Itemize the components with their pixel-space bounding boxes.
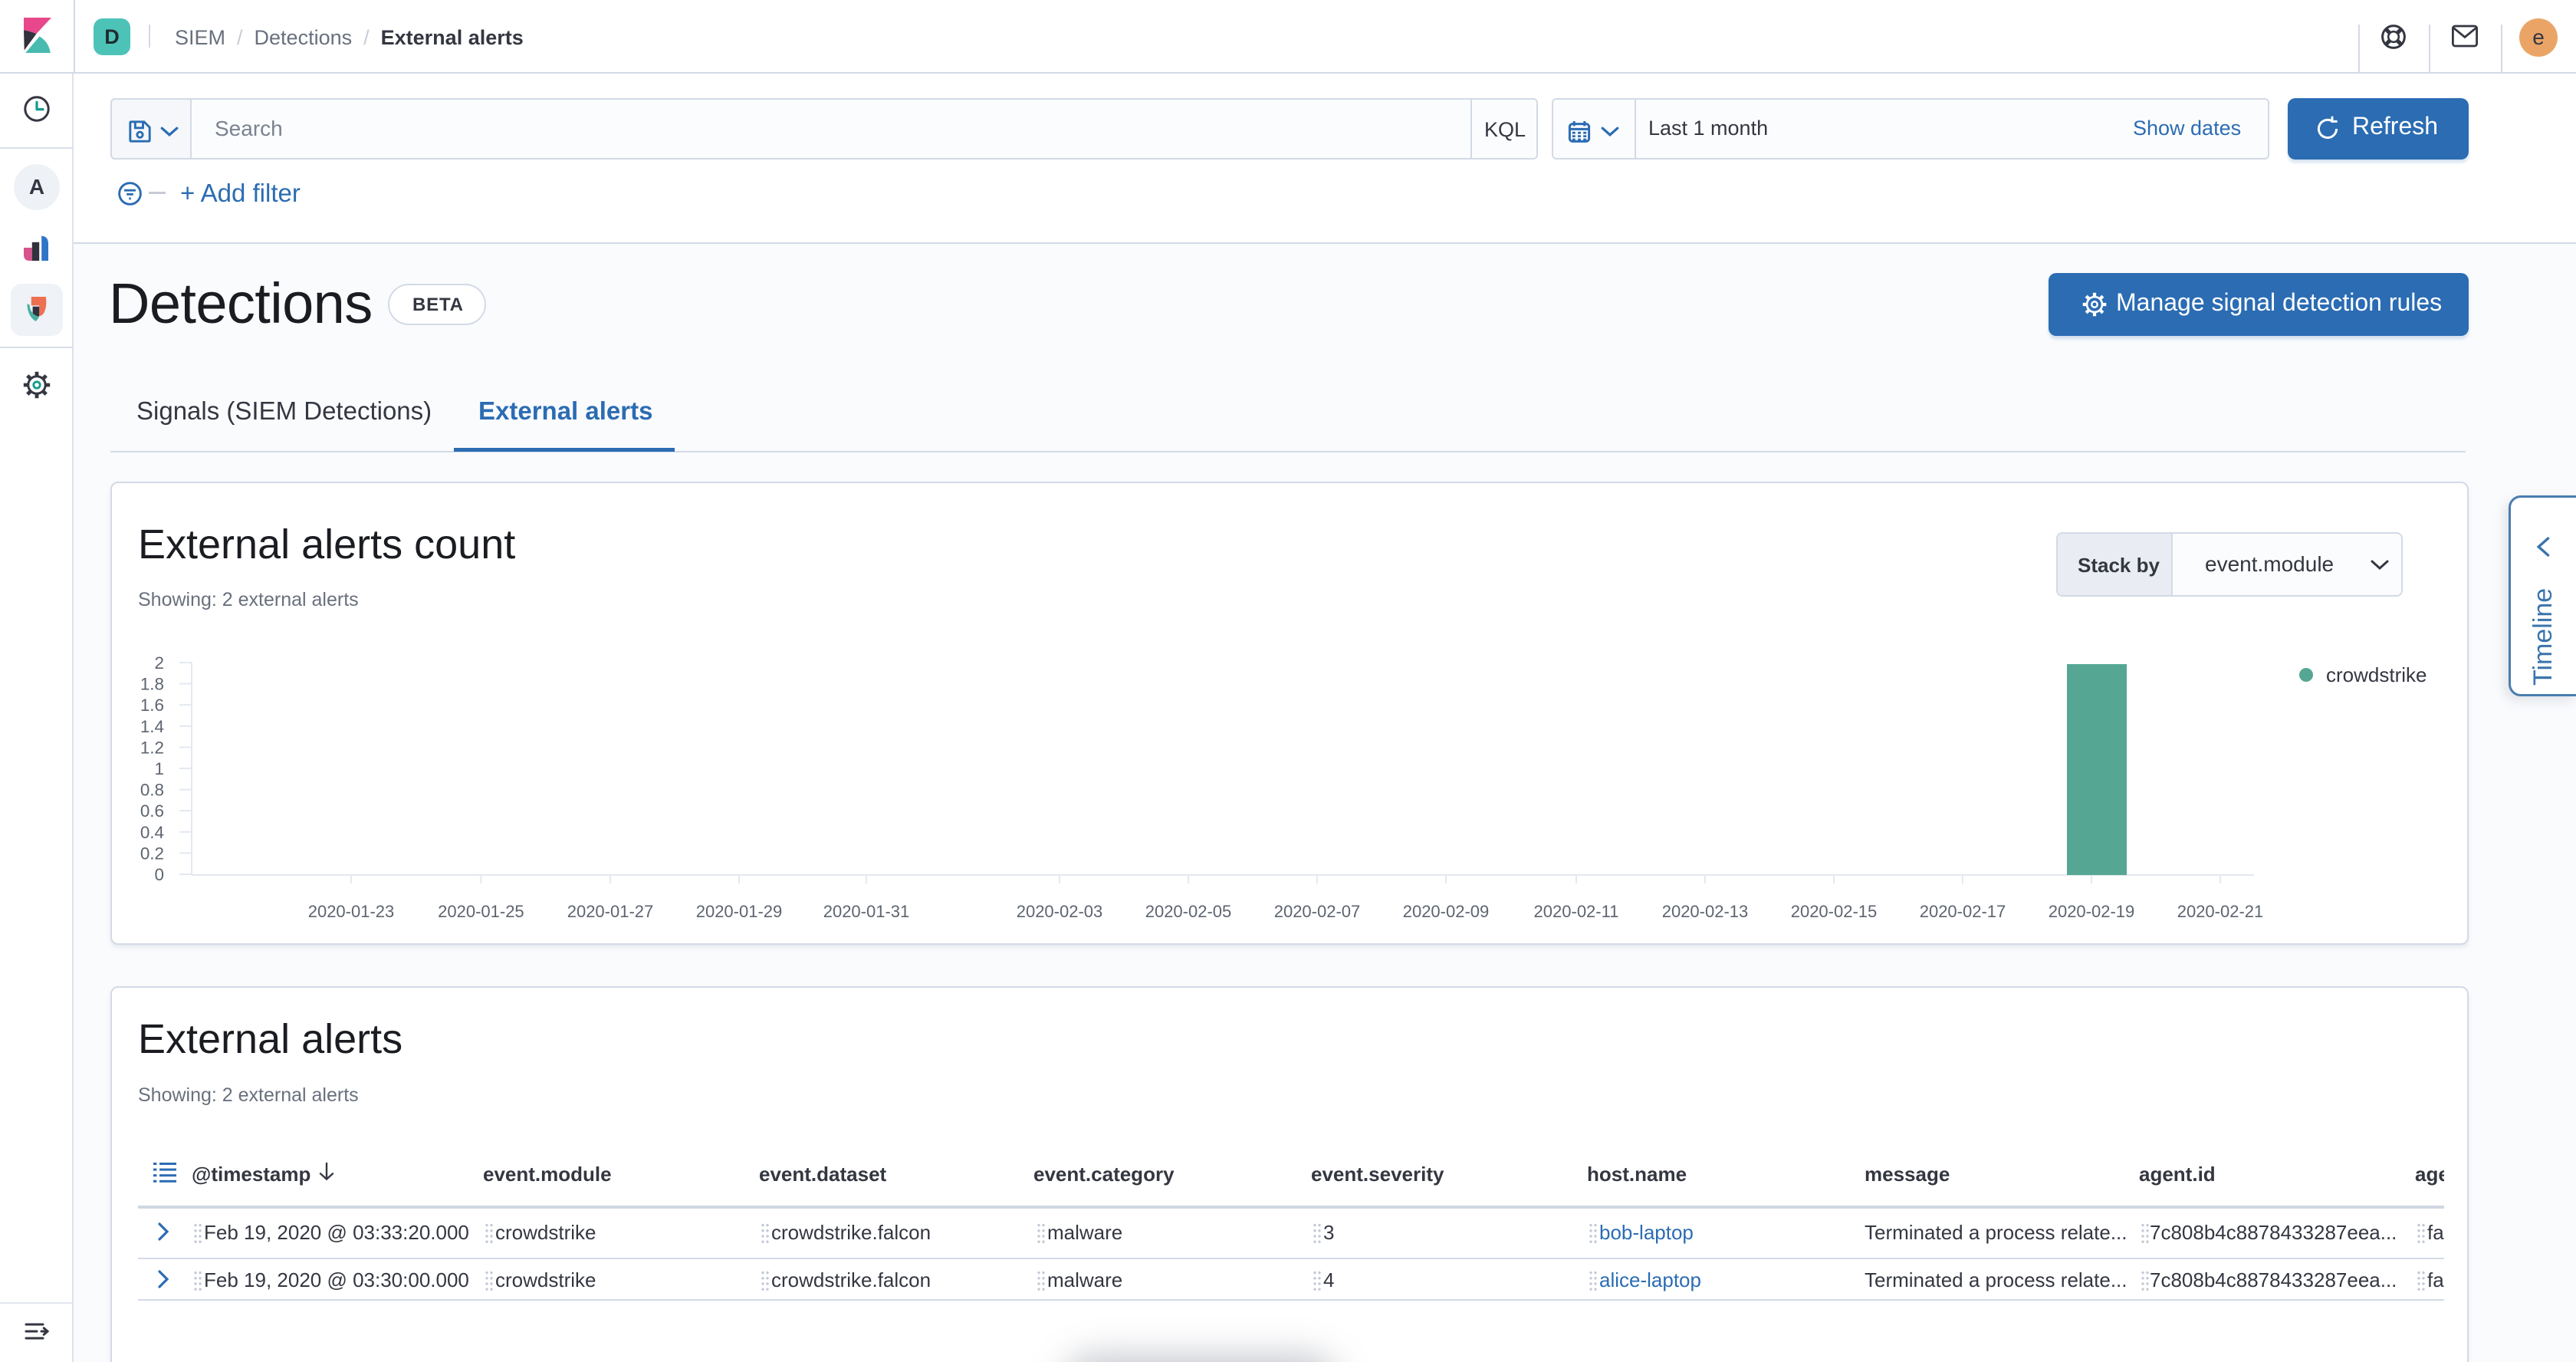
svg-text:2020-01-31: 2020-01-31 [823,902,910,921]
svg-text:2020-02-07: 2020-02-07 [1274,902,1361,921]
svg-text:0.2: 0.2 [140,844,164,863]
svg-text:2020-02-09: 2020-02-09 [1403,902,1490,921]
svg-text:crowdstrike: crowdstrike [2326,663,2426,686]
svg-text:2020-02-13: 2020-02-13 [1662,902,1749,921]
svg-text:2020-01-29: 2020-01-29 [696,902,783,921]
svg-text:2020-02-03: 2020-02-03 [1017,902,1103,921]
svg-text:1.4: 1.4 [140,717,164,736]
svg-text:0.4: 0.4 [140,823,164,842]
svg-text:0.8: 0.8 [140,781,164,800]
svg-text:1.6: 1.6 [140,696,164,715]
svg-text:2: 2 [155,653,164,673]
svg-text:1: 1 [155,759,164,778]
svg-text:2020-02-05: 2020-02-05 [1145,902,1232,921]
svg-text:2020-02-15: 2020-02-15 [1791,902,1878,921]
svg-text:2020-02-19: 2020-02-19 [2049,902,2135,921]
svg-text:1.8: 1.8 [140,675,164,694]
svg-text:1.2: 1.2 [140,738,164,757]
svg-text:2020-02-21: 2020-02-21 [2177,902,2264,921]
svg-text:0: 0 [155,865,164,884]
svg-text:0.6: 0.6 [140,801,164,821]
svg-text:2020-02-17: 2020-02-17 [1920,902,2006,921]
svg-text:2020-02-11: 2020-02-11 [1534,902,1619,921]
svg-text:2020-01-25: 2020-01-25 [438,902,524,921]
svg-text:2020-01-23: 2020-01-23 [308,902,395,921]
svg-text:2020-01-27: 2020-01-27 [567,902,654,921]
